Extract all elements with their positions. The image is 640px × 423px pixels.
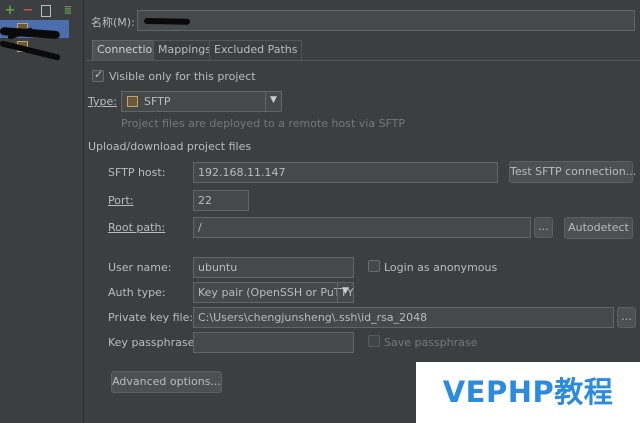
port-field[interactable]: 22 [193, 190, 249, 211]
type-hint: Project files are deployed to a remote h… [121, 117, 406, 130]
auth-type-value: Key pair (OpenSSH or PuTTY) [198, 286, 354, 299]
login-anonymous-label: Login as anonymous [384, 261, 498, 274]
save-passphrase-label: Save passphrase [384, 336, 478, 349]
auth-type-label: Auth type: [108, 286, 166, 299]
key-passphrase-field[interactable] [193, 332, 354, 353]
user-name-label: User name: [108, 261, 172, 274]
root-path-label: Root path: [108, 221, 166, 234]
key-passphrase-label: Key passphrase: [108, 336, 199, 349]
visible-only-checkbox[interactable] [92, 68, 104, 82]
port-label: Port: [108, 194, 134, 207]
autodetect-button[interactable]: Autodetect [564, 217, 633, 239]
sftp-host-label: SFTP host: [108, 166, 166, 179]
sftp-type-icon [127, 96, 138, 107]
root-path-field[interactable]: / [193, 217, 531, 238]
chevron-down-icon: ▼ [265, 92, 281, 111]
copy-server-icon[interactable] [41, 5, 51, 17]
chevron-down-icon: ▼ [337, 283, 353, 302]
type-value: SFTP [144, 95, 171, 108]
sftp-host-field[interactable]: 192.168.11.147 [193, 162, 498, 183]
default-server-icon[interactable]: ≣ [62, 5, 74, 17]
section-title: Upload/download project files [88, 140, 252, 153]
tab-excluded-paths[interactable]: Excluded Paths [209, 40, 303, 60]
type-dropdown[interactable]: SFTP ▼ [121, 91, 282, 112]
login-anonymous-checkbox[interactable] [368, 260, 380, 272]
type-label: Type: [88, 95, 117, 108]
root-path-browse-button[interactable]: ... [534, 217, 553, 238]
redaction-scribble [143, 18, 191, 25]
private-key-field[interactable]: C:\Users\chengjunsheng\.ssh\id_rsa_2048 [193, 307, 614, 328]
user-name-field[interactable]: ubuntu [193, 257, 354, 278]
remove-server-icon[interactable]: − [22, 4, 34, 17]
watermark: VEPHP教程 [416, 362, 640, 423]
visible-only-label: Visible only for this project [109, 70, 256, 83]
add-server-icon[interactable]: + [4, 4, 16, 17]
test-connection-button[interactable]: Test SFTP connection... [509, 161, 636, 183]
save-passphrase-checkbox[interactable] [368, 335, 380, 347]
name-field[interactable] [137, 10, 635, 31]
server-list-panel: + − ≣ [0, 0, 84, 423]
auth-type-dropdown[interactable]: Key pair (OpenSSH or PuTTY) ▼ [193, 282, 354, 303]
private-key-label: Private key file: [108, 311, 194, 324]
advanced-options-button[interactable]: Advanced options... [111, 371, 222, 393]
name-label: 名称(M): [91, 16, 135, 29]
private-key-browse-button[interactable]: ... [617, 307, 636, 328]
tab-divider [86, 60, 640, 61]
tab-mappings[interactable]: Mappings [153, 40, 216, 60]
